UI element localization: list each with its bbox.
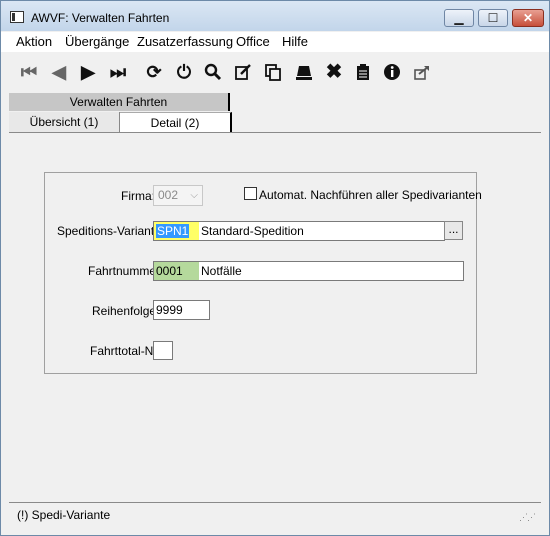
title-bar: AWVF: Verwalten Fahrten ▁ ☐ ✕	[1, 1, 549, 31]
firma-label: Firma:	[121, 189, 155, 203]
spedition-label: Speditions-Variante:	[57, 224, 165, 238]
tab-uebersicht[interactable]: Übersicht (1)	[9, 112, 120, 132]
menu-zusatzerfassung[interactable]: Zusatzerfassung	[137, 34, 233, 49]
chevron-down-icon: ⌵	[190, 190, 198, 201]
firma-select[interactable]: 002 ⌵	[153, 185, 203, 206]
menu-bar: Aktion Übergänge Zusatzerfassung Office …	[1, 32, 549, 52]
info-icon[interactable]	[381, 62, 403, 82]
clipboard-icon[interactable]	[352, 62, 374, 82]
spedition-code-value: SPN1	[156, 224, 190, 238]
spedition-name-field[interactable]: Standard-Spedition	[199, 221, 445, 241]
minimize-button[interactable]: ▁	[444, 9, 474, 27]
edit-icon[interactable]	[232, 62, 254, 82]
refresh-icon[interactable]: ⟳	[143, 62, 165, 82]
reihenfolge-label: Reihenfolge:	[92, 304, 160, 318]
skip-first-icon[interactable]: ⏮	[18, 62, 40, 82]
resize-grip-icon[interactable]: ⋰⋰	[519, 512, 536, 523]
auto-nachfuehren-label: Automat. Nachführen aller Spedivarianten	[259, 188, 482, 202]
menu-office[interactable]: Office	[236, 34, 270, 49]
copy-icon[interactable]	[262, 62, 284, 82]
spedition-name-value: Standard-Spedition	[201, 224, 304, 238]
firma-value: 002	[158, 188, 179, 202]
fahrtnummer-code-field[interactable]: 0001	[153, 261, 200, 281]
menu-hilfe[interactable]: Hilfe	[282, 34, 308, 49]
menu-aktion[interactable]: Aktion	[16, 34, 52, 49]
tab-detail[interactable]: Detail (2)	[120, 112, 232, 132]
auto-nachfuehren-checkbox[interactable]	[244, 187, 257, 200]
fahrttotal-label: Fahrttotal-Nr:	[90, 344, 161, 358]
stamp-icon[interactable]	[293, 62, 315, 82]
skip-last-icon[interactable]: ⏭	[107, 62, 129, 82]
fahrtnummer-name-field[interactable]: Notfälle	[199, 261, 464, 281]
app-window: AWVF: Verwalten Fahrten ▁ ☐ ✕ Aktion Übe…	[0, 0, 550, 536]
spedition-lookup-button[interactable]: ...	[444, 221, 463, 240]
export-icon[interactable]	[411, 62, 433, 82]
search-icon[interactable]	[202, 62, 224, 82]
close-button[interactable]: ✕	[512, 9, 544, 27]
app-icon	[10, 11, 24, 23]
previous-icon[interactable]: ◀	[48, 62, 70, 82]
status-bar: (!) Spedi-Variante ⋰⋰	[9, 502, 541, 525]
fahrttotal-field[interactable]	[153, 341, 173, 360]
fahrtnummer-name-value: Notfälle	[201, 264, 242, 278]
spedition-code-field[interactable]: SPN1	[153, 221, 200, 241]
reihenfolge-field[interactable]: 9999	[153, 300, 210, 320]
maximize-button[interactable]: ☐	[478, 9, 508, 27]
power-icon[interactable]: ⏻	[173, 62, 195, 82]
delete-icon[interactable]: ✖	[323, 62, 345, 82]
next-icon[interactable]: ▶	[77, 62, 99, 82]
fahrtnummer-code-value: 0001	[156, 264, 183, 278]
window-title: AWVF: Verwalten Fahrten	[31, 11, 170, 25]
status-text: (!) Spedi-Variante	[17, 508, 111, 522]
menu-uebergaenge[interactable]: Übergänge	[65, 34, 129, 49]
toolbar: ⏮ ◀ ▶ ⏭ ⟳ ⏻ ✖	[1, 53, 549, 89]
reihenfolge-value: 9999	[156, 303, 183, 317]
tab-verwalten-fahrten[interactable]: Verwalten Fahrten	[9, 93, 230, 111]
